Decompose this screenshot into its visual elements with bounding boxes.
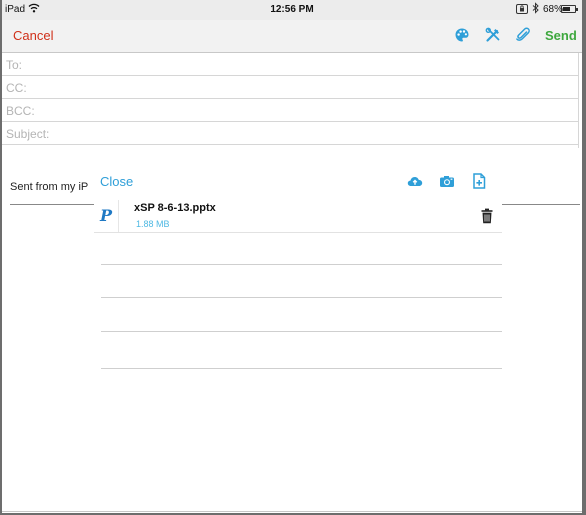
email-compose-screen: iPad 12:56 PM 68% Cancel Send To: CC: BC…	[2, 0, 582, 513]
subject-field[interactable]: Subject:	[2, 122, 578, 145]
attachment-name: xSP 8-6-13.pptx	[134, 202, 216, 214]
bottom-edge	[2, 511, 582, 512]
empty-slot-line	[101, 297, 502, 298]
cc-field[interactable]: CC:	[2, 76, 578, 99]
cancel-button[interactable]: Cancel	[13, 28, 53, 43]
add-file-icon[interactable]	[471, 173, 487, 189]
status-bar: iPad 12:56 PM 68%	[2, 0, 582, 20]
bcc-field[interactable]: BCC:	[2, 99, 578, 122]
palette-icon[interactable]	[454, 27, 470, 43]
subject-label: Subject:	[6, 127, 50, 141]
compose-toolbar: Cancel Send	[2, 20, 582, 53]
bluetooth-icon	[532, 2, 539, 17]
message-body[interactable]: Sent from my iP	[10, 181, 88, 193]
to-field[interactable]: To:	[2, 53, 578, 76]
signature-divider	[10, 204, 100, 205]
rotation-lock-icon	[516, 4, 528, 17]
powerpoint-icon: P	[100, 206, 113, 225]
to-label: To:	[6, 58, 23, 72]
tools-icon[interactable]	[485, 27, 501, 43]
field-edge-line	[578, 53, 579, 148]
send-button[interactable]: Send	[545, 28, 577, 43]
signature-divider	[502, 204, 580, 205]
camera-icon[interactable]	[439, 173, 455, 189]
close-button[interactable]: Close	[100, 174, 133, 189]
empty-slot-line	[101, 331, 502, 332]
attachments-panel: Close P xSP 8-6-13.pptx 1.88 MB	[94, 167, 502, 377]
attachment-divider	[118, 200, 119, 232]
status-time: 12:56 PM	[270, 4, 314, 15]
battery-fill	[563, 7, 570, 11]
empty-slot-line	[101, 368, 502, 369]
paperclip-icon[interactable]	[515, 27, 531, 43]
bcc-label: BCC:	[6, 104, 35, 118]
attachment-size: 1.88 MB	[136, 219, 170, 229]
cloud-upload-icon[interactable]	[407, 173, 423, 189]
attachment-item[interactable]: P xSP 8-6-13.pptx 1.88 MB	[94, 200, 502, 233]
battery-icon	[561, 5, 578, 13]
battery-percent: 68%	[543, 4, 564, 15]
trash-icon[interactable]	[481, 208, 493, 224]
cc-label: CC:	[6, 81, 27, 95]
empty-slot-line	[101, 264, 502, 265]
